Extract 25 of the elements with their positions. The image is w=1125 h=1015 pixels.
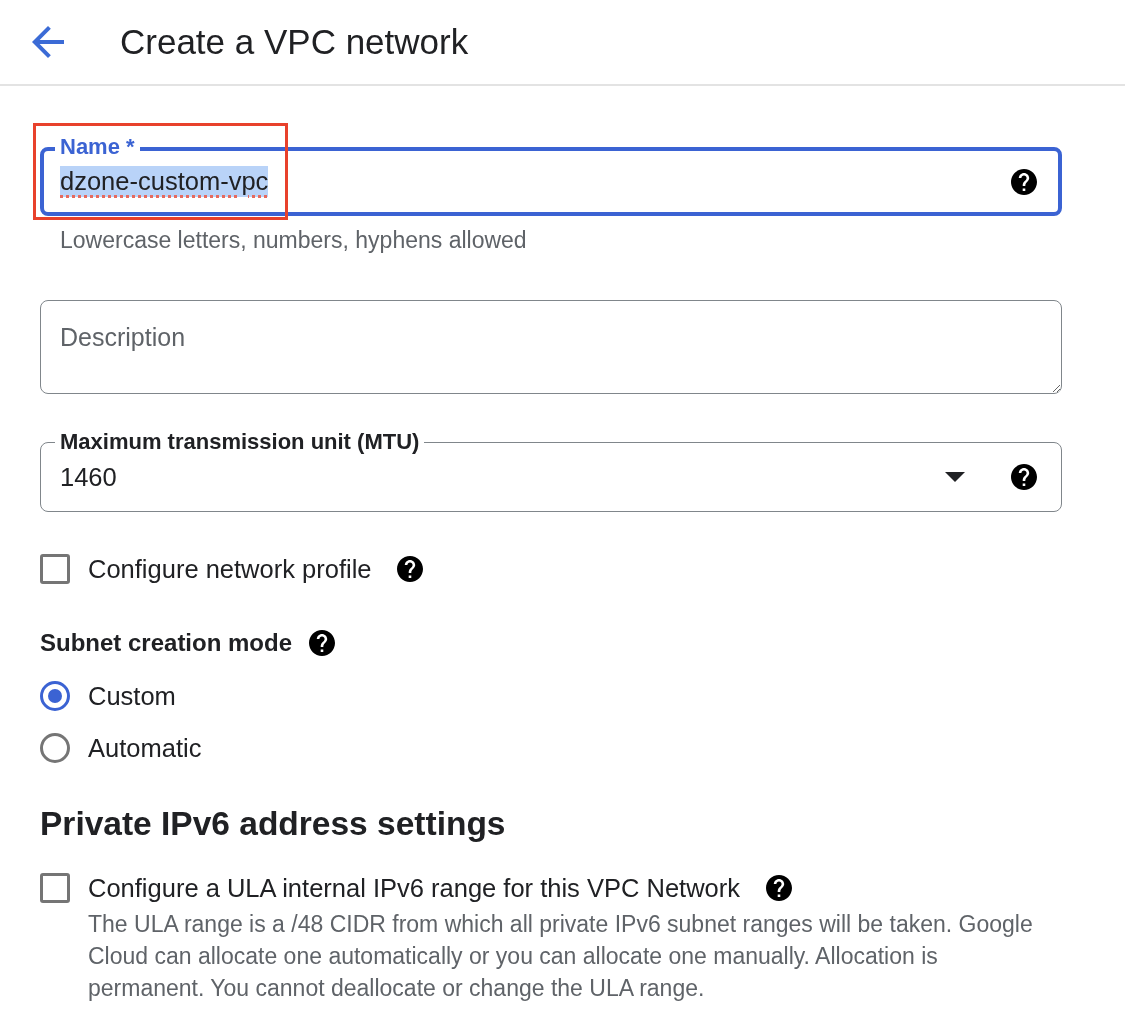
help-icon[interactable]	[766, 875, 792, 901]
help-icon[interactable]	[397, 556, 424, 582]
mtu-select[interactable]: Maximum transmission unit (MTU) 1460	[40, 428, 1062, 512]
field-value: dzone-custom-vpc	[60, 166, 269, 197]
checkbox[interactable]	[40, 873, 70, 903]
name-input-field[interactable]: Name * dzone-custom-vpc	[40, 133, 1062, 216]
radio-label: Custom	[88, 681, 176, 711]
help-text: The ULA range is a /48 CIDR from which all private IPv6 subnet ranges will be taken. Google Cloud can allocate one automatically or you can allocate one manually. Allocation is permanent. You cannot deallocate or change the ULA range.	[88, 910, 1034, 1003]
checkbox-label: Configure network profile	[88, 554, 372, 584]
field-value: 1460	[60, 461, 117, 493]
checkbox[interactable]	[40, 554, 70, 584]
radio-label: Automatic	[88, 733, 202, 763]
helper-text: Lowercase letters, numbers, hyphens allowed	[60, 228, 528, 252]
radio-button[interactable]	[40, 733, 70, 763]
section-heading: Private IPv6 address settings	[40, 804, 507, 844]
description-field[interactable]: Description	[40, 300, 1062, 394]
help-icon[interactable]	[1011, 168, 1037, 195]
caret-icon[interactable]	[945, 472, 965, 482]
help-icon[interactable]	[1011, 464, 1037, 490]
checkbox-label: Configure a ULA internal IPv6 range for this VPC Network	[88, 873, 740, 903]
help-icon[interactable]	[309, 630, 336, 656]
section-label: Subnet creation mode	[40, 628, 293, 658]
back-arrow-icon[interactable]	[32, 26, 64, 58]
page-title: Create a VPC network	[120, 22, 469, 62]
radio-button[interactable]	[40, 681, 70, 711]
